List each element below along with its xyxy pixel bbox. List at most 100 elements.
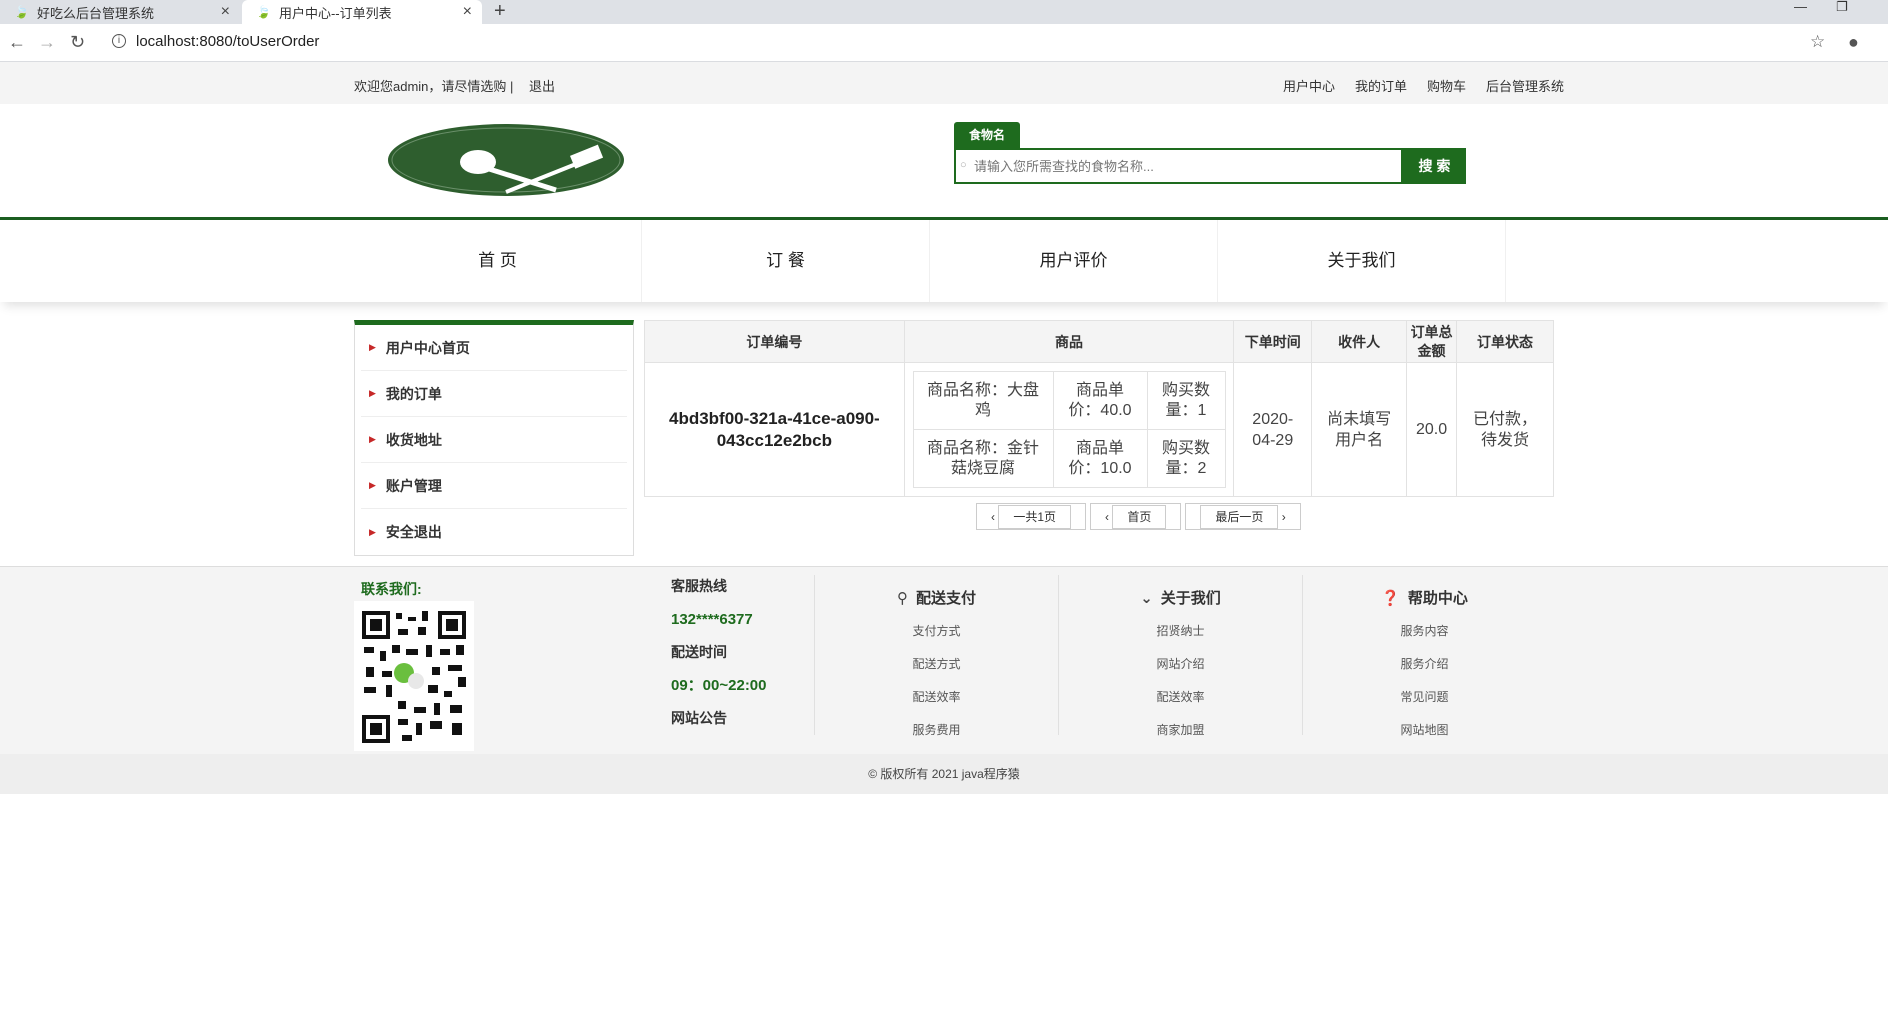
- close-icon[interactable]: ×: [221, 3, 230, 21]
- delivery-hours-label: 配送时间: [671, 644, 727, 660]
- url-field[interactable]: localhost:8080/toUserOrder: [136, 33, 319, 50]
- page-last-button[interactable]: 最后一页 ›: [1185, 503, 1301, 530]
- question-circle-icon: ❓: [1381, 590, 1400, 607]
- main-nav: 首 页 订 餐 用户评价 关于我们: [0, 220, 1888, 302]
- sidebar-item-label: 我的订单: [385, 385, 442, 402]
- minimize-icon[interactable]: —: [1794, 0, 1807, 14]
- footer-link[interactable]: 配送效率: [1059, 688, 1302, 705]
- caret-right-icon: ▶: [369, 434, 376, 444]
- search-input[interactable]: [956, 150, 1401, 182]
- top-link-admin[interactable]: 后台管理系统: [1486, 76, 1564, 95]
- col-total: 订单总金额: [1406, 320, 1458, 363]
- order-items: 商品名称：大盘鸡 商品单价：40.0 购买数量：1 商品名称：金针菇烧豆腐 商品…: [912, 371, 1226, 488]
- footer-link[interactable]: 网站地图: [1303, 721, 1546, 738]
- nav-home[interactable]: 首 页: [354, 220, 642, 302]
- footer-link[interactable]: 常见问题: [1303, 688, 1546, 705]
- footer-col-delivery: ⚲ 配送支付 支付方式 配送方式 配送效率 服务费用: [814, 575, 1058, 738]
- forward-icon[interactable]: →: [38, 32, 56, 53]
- top-link-user-center[interactable]: 用户中心: [1283, 76, 1335, 95]
- delivery-hours: 09：00~22:00: [671, 677, 767, 694]
- caret-right-icon: ▶: [369, 526, 376, 537]
- top-link-cart[interactable]: 购物车: [1427, 76, 1466, 95]
- footer-col-title: 帮助中心: [1407, 590, 1468, 607]
- footer-link[interactable]: 配送方式: [815, 655, 1058, 672]
- logout-link[interactable]: 退出: [529, 79, 555, 94]
- tab-title: 好吃么后台管理系统: [36, 5, 154, 21]
- nav-about[interactable]: 关于我们: [1218, 220, 1506, 302]
- search-button[interactable]: 搜 索: [1403, 148, 1466, 184]
- browser-tab-orders[interactable]: 🍃 用户中心--订单列表 ×: [242, 0, 482, 24]
- top-link-my-orders[interactable]: 我的订单: [1355, 76, 1407, 95]
- sidebar-item-address[interactable]: ▶ 收货地址: [361, 417, 627, 463]
- wechat-qr-code: [354, 601, 474, 751]
- sidebar-item-account[interactable]: ▶ 账户管理: [361, 463, 627, 509]
- star-icon[interactable]: ☆: [1810, 32, 1825, 52]
- page-first-button[interactable]: ‹ 首页: [1090, 503, 1182, 530]
- nav-reviews[interactable]: 用户评价: [930, 220, 1218, 302]
- caret-right-icon: ▶: [369, 342, 376, 352]
- search-tab-food[interactable]: 食物名: [954, 122, 1020, 148]
- nav-order-food[interactable]: 订 餐: [642, 220, 930, 302]
- pagination: ‹ 一共1页 ‹ 首页 最后一页 ›: [976, 503, 1301, 530]
- hotline-label: 客服热线: [671, 578, 727, 594]
- close-icon[interactable]: ×: [463, 3, 472, 21]
- item-row: 商品名称：大盘鸡 商品单价：40.0 购买数量：1: [912, 371, 1226, 430]
- order-id: 4bd3bf00-321a-41ce-a090-043cc12e2bcb: [644, 362, 905, 497]
- account-icon[interactable]: ●: [1848, 32, 1859, 53]
- logo[interactable]: [386, 122, 626, 198]
- item-qty: 购买数量：2: [1146, 429, 1226, 488]
- browser-tab-admin[interactable]: 🍃 好吃么后台管理系统 ×: [0, 0, 240, 24]
- footer-link[interactable]: 网站介绍: [1059, 655, 1302, 672]
- user-sidebar: ▶ 用户中心首页 ▶ 我的订单 ▶ 收货地址 ▶ 账户管理 ▶ 安全退出: [354, 320, 634, 556]
- footer-link[interactable]: 服务介绍: [1303, 655, 1546, 672]
- leaf-icon: 🍃: [256, 5, 271, 19]
- sidebar-item-user-home[interactable]: ▶ 用户中心首页: [361, 325, 627, 371]
- item-row: 商品名称：金针菇烧豆腐 商品单价：10.0 购买数量：2: [912, 429, 1226, 488]
- address-bar: ← → ↻ i localhost:8080/toUserOrder ☆ ●: [0, 24, 1888, 62]
- sidebar-item-label: 用户中心首页: [385, 339, 470, 356]
- new-tab-button[interactable]: +: [494, 0, 506, 22]
- order-total: 20.0: [1406, 362, 1458, 497]
- sidebar-item-logout[interactable]: ▶ 安全退出: [361, 509, 627, 555]
- footer-link[interactable]: 支付方式: [815, 622, 1058, 639]
- footer-link[interactable]: 服务费用: [815, 721, 1058, 738]
- order-table: 订单编号 商品 下单时间 收件人 订单总金额 订单状态 4bd3bf00-321…: [644, 320, 1554, 497]
- browser-tab-bar: 🍃 好吃么后台管理系统 × 🍃 用户中心--订单列表 × + — ❐: [0, 0, 1888, 24]
- tab-title: 用户中心--订单列表: [278, 5, 392, 21]
- item-price: 商品单价：40.0: [1052, 371, 1148, 430]
- contact-title: 联系我们:: [361, 581, 422, 597]
- col-goods: 商品: [903, 320, 1235, 363]
- restore-icon[interactable]: ❐: [1836, 0, 1848, 14]
- site-notice-link[interactable]: 网站公告: [671, 709, 767, 728]
- sidebar-item-label: 账户管理: [385, 477, 442, 494]
- footer-col-title: 关于我们: [1160, 590, 1221, 607]
- footer-link[interactable]: 服务内容: [1303, 622, 1546, 639]
- footer-col-about: ⌄ 关于我们 招贤纳士 网站介绍 配送效率 商家加盟: [1058, 575, 1302, 738]
- sidebar-item-label: 安全退出: [385, 524, 442, 540]
- site-header: 食物名 ○ 搜 索: [0, 104, 1888, 220]
- footer-link[interactable]: 商家加盟: [1059, 721, 1302, 738]
- order-receiver: 尚未填写用户名: [1311, 362, 1408, 497]
- col-order-id: 订单编号: [644, 320, 905, 363]
- caret-right-icon: ▶: [369, 388, 376, 398]
- col-time: 下单时间: [1233, 320, 1313, 363]
- item-qty: 购买数量：1: [1146, 371, 1226, 430]
- hotline-block: 客服热线 132****6377 配送时间 09：00~22:00 网站公告: [671, 577, 767, 742]
- info-icon[interactable]: i: [112, 34, 126, 48]
- back-icon[interactable]: ←: [8, 32, 26, 53]
- footer-col-title: 配送支付: [915, 590, 976, 607]
- col-status: 订单状态: [1456, 320, 1554, 363]
- footer-link[interactable]: 招贤纳士: [1059, 622, 1302, 639]
- order-time: 2020-04-29: [1233, 362, 1313, 497]
- sidebar-item-label: 收货地址: [385, 431, 442, 448]
- footer-link[interactable]: 配送效率: [815, 688, 1058, 705]
- caret-right-icon: ▶: [369, 480, 376, 490]
- order-status: 已付款，待发货: [1456, 362, 1554, 497]
- page-total: ‹ 一共1页: [976, 503, 1087, 530]
- item-name: 商品名称：大盘鸡: [912, 371, 1054, 430]
- reload-icon[interactable]: ↻: [70, 32, 85, 53]
- item-name: 商品名称：金针菇烧豆腐: [912, 429, 1054, 488]
- copyright: © 版权所有 2021 java程序猿: [0, 754, 1888, 794]
- sidebar-item-my-orders[interactable]: ▶ 我的订单: [361, 371, 627, 417]
- bicycle-icon: ⚲: [896, 590, 908, 607]
